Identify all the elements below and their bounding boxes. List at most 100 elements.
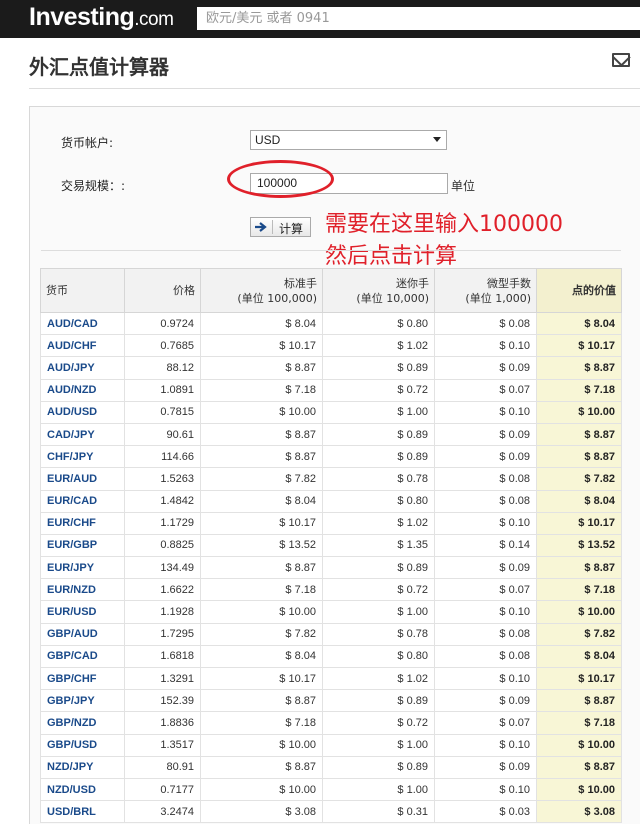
pair-link[interactable]: EUR/AUD bbox=[40, 467, 125, 491]
mini-lot-cell: $ 0.78 bbox=[322, 467, 435, 491]
standard-lot-cell: $ 7.82 bbox=[200, 622, 323, 646]
mini-lot-cell: $ 0.80 bbox=[322, 489, 435, 513]
header-pair[interactable]: 货币 bbox=[40, 268, 125, 313]
pair-link[interactable]: GBP/CHF bbox=[40, 666, 125, 691]
mini-lot-cell: $ 1.00 bbox=[322, 733, 435, 757]
micro-lot-title: 微型手数 bbox=[487, 276, 531, 290]
price-cell: 1.5263 bbox=[124, 467, 201, 491]
table-row: GBP/CAD 1.6818 $ 8.04 $ 0.80 $ 0.08 $ 8.04 bbox=[40, 644, 622, 669]
price-cell: 90.61 bbox=[124, 422, 201, 447]
header-standard-lot[interactable]: 标准手 (单位 100,000) bbox=[200, 268, 323, 313]
micro-lot-cell: $ 0.08 bbox=[434, 467, 537, 491]
mini-lot-cell: $ 0.72 bbox=[322, 711, 435, 735]
arrow-right-icon bbox=[255, 222, 267, 232]
pair-link[interactable]: EUR/CAD bbox=[40, 489, 125, 513]
table-row: NZD/USD 0.7177 $ 10.00 $ 1.00 $ 0.10 $ 10.00 bbox=[40, 777, 622, 802]
mini-lot-cell: $ 0.80 bbox=[322, 311, 435, 336]
pair-link[interactable]: GBP/NZD bbox=[40, 711, 125, 735]
header-micro-lot[interactable]: 微型手数 (单位 1,000) bbox=[434, 268, 537, 313]
pip-value-cell: $ 10.17 bbox=[536, 334, 622, 358]
mini-lot-cell: $ 1.02 bbox=[322, 666, 435, 691]
header-price[interactable]: 价格 bbox=[124, 268, 201, 313]
micro-lot-cell: $ 0.08 bbox=[434, 311, 537, 336]
pair-link[interactable]: AUD/CAD bbox=[40, 311, 125, 336]
mini-lot-cell: $ 0.89 bbox=[322, 689, 435, 713]
pip-value-cell: $ 8.04 bbox=[536, 311, 622, 336]
standard-lot-cell: $ 8.87 bbox=[200, 422, 323, 447]
pair-link[interactable]: NZD/USD bbox=[40, 777, 125, 802]
micro-lot-cell: $ 0.09 bbox=[434, 445, 537, 469]
table-row: EUR/NZD 1.6622 $ 7.18 $ 0.72 $ 0.07 $ 7.18 bbox=[40, 578, 622, 602]
table-row: EUR/GBP 0.8825 $ 13.52 $ 1.35 $ 0.14 $ 13.52 bbox=[40, 533, 622, 558]
standard-lot-cell: $ 13.52 bbox=[200, 533, 323, 558]
pair-link[interactable]: EUR/USD bbox=[40, 600, 125, 624]
pair-link[interactable]: AUD/JPY bbox=[40, 356, 125, 380]
investing-logo[interactable]: Investing.com bbox=[29, 3, 174, 32]
micro-lot-cell: $ 0.07 bbox=[434, 711, 537, 735]
standard-lot-cell: $ 10.00 bbox=[200, 400, 323, 424]
pip-value-cell: $ 8.87 bbox=[536, 755, 622, 779]
currency-account-select[interactable]: USD bbox=[250, 130, 447, 150]
mini-lot-cell: $ 1.00 bbox=[322, 400, 435, 424]
price-cell: 0.7815 bbox=[124, 400, 201, 424]
pair-link[interactable]: EUR/JPY bbox=[40, 556, 125, 580]
micro-lot-cell: $ 0.09 bbox=[434, 356, 537, 380]
pip-value-cell: $ 7.18 bbox=[536, 578, 622, 602]
pair-link[interactable]: GBP/JPY bbox=[40, 689, 125, 713]
pair-link[interactable]: GBP/USD bbox=[40, 733, 125, 757]
pip-value-cell: $ 7.18 bbox=[536, 378, 622, 402]
pair-link[interactable]: AUD/USD bbox=[40, 400, 125, 424]
price-cell: 1.6818 bbox=[124, 644, 201, 669]
pip-value-cell: $ 8.87 bbox=[536, 445, 622, 469]
micro-lot-cell: $ 0.10 bbox=[434, 334, 537, 358]
table-row: AUD/JPY 88.12 $ 8.87 $ 0.89 $ 0.09 $ 8.87 bbox=[40, 356, 622, 380]
search-input[interactable]: 欧元/美元 或者 0941 bbox=[197, 7, 640, 30]
pair-link[interactable]: EUR/CHF bbox=[40, 511, 125, 535]
calculate-button[interactable]: 计算 bbox=[250, 217, 311, 237]
table-row: GBP/AUD 1.7295 $ 7.82 $ 0.78 $ 0.08 $ 7.82 bbox=[40, 622, 622, 646]
price-cell: 1.4842 bbox=[124, 489, 201, 513]
mail-icon[interactable] bbox=[612, 53, 630, 67]
micro-lot-cell: $ 0.08 bbox=[434, 644, 537, 669]
table-row: EUR/AUD 1.5263 $ 7.82 $ 0.78 $ 0.08 $ 7.82 bbox=[40, 467, 622, 491]
mini-lot-cell: $ 0.89 bbox=[322, 755, 435, 779]
pair-link[interactable]: GBP/AUD bbox=[40, 622, 125, 646]
pip-value-cell: $ 8.87 bbox=[536, 689, 622, 713]
pip-value-cell: $ 10.00 bbox=[536, 733, 622, 757]
pip-value-cell: $ 10.00 bbox=[536, 400, 622, 424]
pair-link[interactable]: EUR/NZD bbox=[40, 578, 125, 602]
standard-lot-cell: $ 10.17 bbox=[200, 511, 323, 535]
pair-link[interactable]: NZD/JPY bbox=[40, 755, 125, 779]
pair-link[interactable]: AUD/NZD bbox=[40, 378, 125, 402]
pip-value-cell: $ 10.17 bbox=[536, 511, 622, 535]
pip-value-cell: $ 13.52 bbox=[536, 533, 622, 558]
pair-link[interactable]: GBP/CAD bbox=[40, 644, 125, 669]
pip-value-cell: $ 8.87 bbox=[536, 356, 622, 380]
mini-lot-cell: $ 0.89 bbox=[322, 422, 435, 447]
header-pip-value[interactable]: 点的价值 bbox=[536, 268, 622, 313]
standard-lot-cell: $ 3.08 bbox=[200, 800, 323, 824]
pair-link[interactable]: USD/BRL bbox=[40, 800, 125, 824]
pip-value-cell: $ 8.04 bbox=[536, 644, 622, 669]
price-cell: 1.3291 bbox=[124, 666, 201, 691]
pair-link[interactable]: CHF/JPY bbox=[40, 445, 125, 469]
standard-lot-cell: $ 8.87 bbox=[200, 556, 323, 580]
price-cell: 0.8825 bbox=[124, 533, 201, 558]
mini-lot-cell: $ 0.89 bbox=[322, 445, 435, 469]
standard-lot-cell: $ 8.04 bbox=[200, 644, 323, 669]
pip-value-cell: $ 7.82 bbox=[536, 467, 622, 491]
pair-link[interactable]: EUR/GBP bbox=[40, 533, 125, 558]
mini-lot-cell: $ 0.72 bbox=[322, 378, 435, 402]
pair-link[interactable]: AUD/CHF bbox=[40, 334, 125, 358]
price-cell: 1.6622 bbox=[124, 578, 201, 602]
mini-lot-cell: $ 0.78 bbox=[322, 622, 435, 646]
table-row: USD/BRL 3.2474 $ 3.08 $ 0.31 $ 0.03 $ 3.08 bbox=[40, 800, 622, 824]
standard-lot-cell: $ 10.00 bbox=[200, 600, 323, 624]
mini-lot-cell: $ 0.72 bbox=[322, 578, 435, 602]
standard-lot-cell: $ 7.18 bbox=[200, 378, 323, 402]
micro-lot-cell: $ 0.10 bbox=[434, 733, 537, 757]
header-mini-lot[interactable]: 迷你手 (单位 10,000) bbox=[322, 268, 435, 313]
pair-link[interactable]: CAD/JPY bbox=[40, 422, 125, 447]
price-cell: 80.91 bbox=[124, 755, 201, 779]
table-row: EUR/JPY 134.49 $ 8.87 $ 0.89 $ 0.09 $ 8.87 bbox=[40, 556, 622, 580]
